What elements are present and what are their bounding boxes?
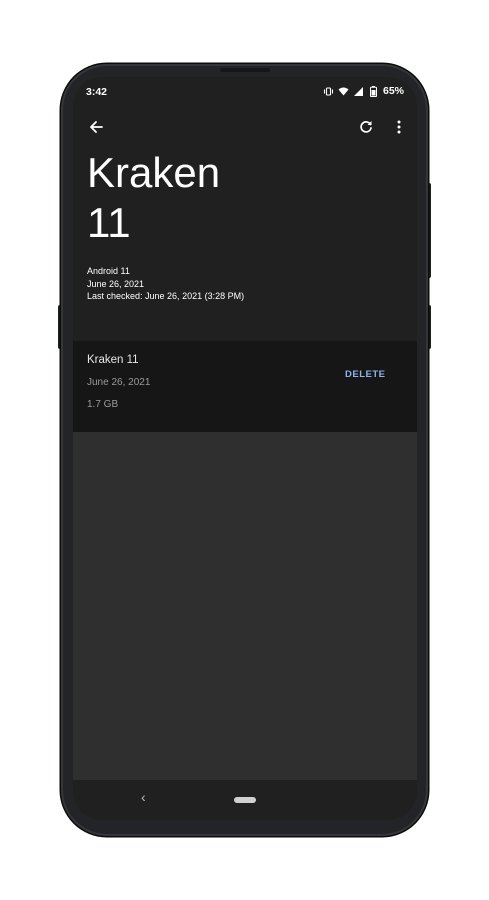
title-line-1: Kraken [87,149,221,196]
refresh-icon [360,121,372,133]
nav-home-pill[interactable] [234,797,256,803]
build-date: June 26, 2021 [87,278,145,289]
refresh-button[interactable] [354,115,378,139]
delete-button[interactable]: DELETE [341,367,389,382]
update-item-size: 1.7 GB [87,399,119,410]
vibrate-icon [323,86,334,97]
battery-icon [368,85,379,97]
update-item-date: June 26, 2021 [87,377,151,388]
status-bar: 3:42 65% [73,77,417,105]
title-line-2: 11 [87,199,131,246]
header-area: 3:42 65% Kraken 11 Android 11 June 26, 2… [73,77,417,341]
build-info: Android 11 June 26, 2021 Last checked: J… [87,265,244,303]
back-button[interactable] [84,115,108,139]
phone-screen: 3:42 65% Kraken 11 Android 11 June 26, 2… [73,77,417,820]
android-version: Android 11 [87,266,130,276]
signal-icon [353,86,364,97]
update-item-card[interactable]: Kraken 11 June 26, 2021 1.7 GB DELETE [73,341,417,432]
navigation-bar: ‹ [73,780,417,820]
status-icons: 65% [323,85,404,97]
more-vert-icon [397,120,401,134]
arrow-left-icon [90,121,103,133]
battery-percent: 65% [382,85,404,97]
overflow-menu-button[interactable] [387,115,411,139]
status-time: 3:42 [86,86,108,98]
page-title: Kraken 11 [87,148,220,248]
update-item-name: Kraken 11 [87,354,139,366]
wifi-icon [338,86,349,97]
last-checked: Last checked: June 26, 2021 (3:28 PM) [87,291,245,301]
nav-back-icon[interactable]: ‹ [141,789,146,805]
earpiece-speaker [220,68,270,72]
